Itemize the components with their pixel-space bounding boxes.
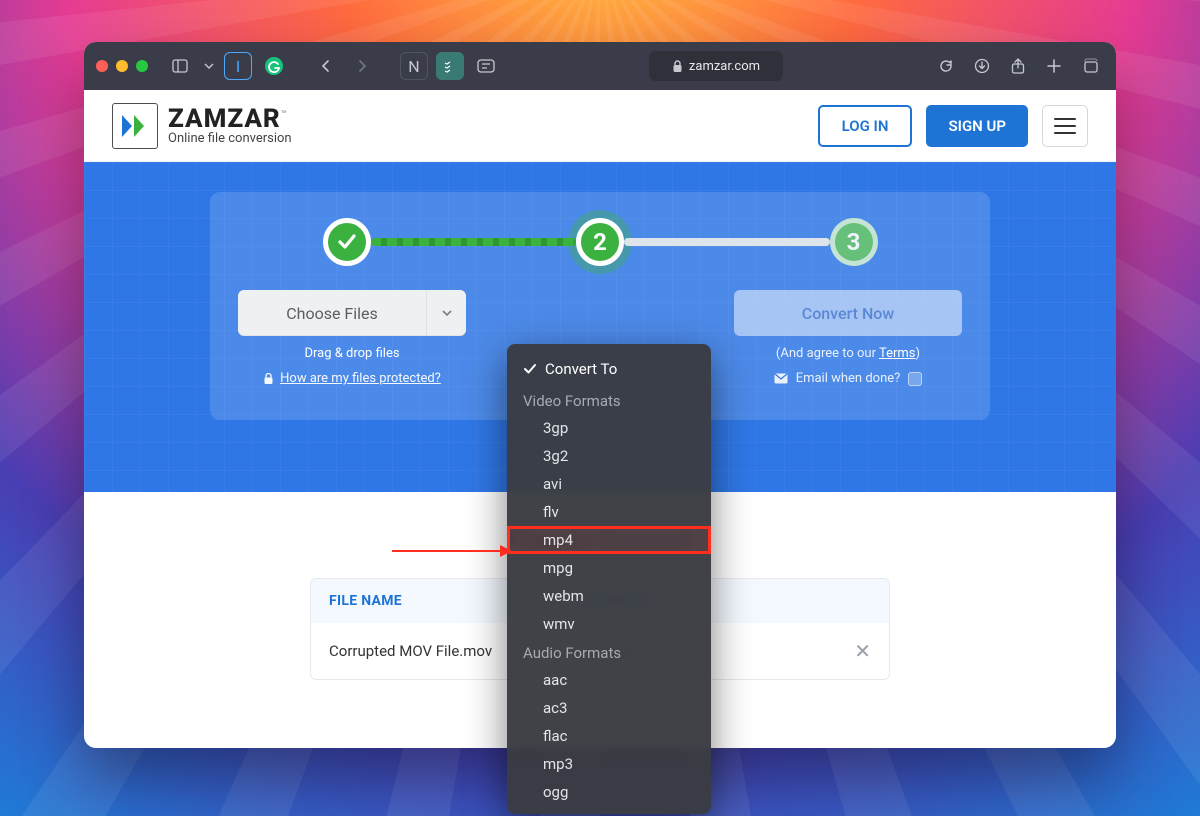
- dropdown-group-video: Video Formats: [507, 386, 711, 414]
- step-indicator: 2 3: [323, 218, 878, 266]
- step-2-active: 2: [576, 218, 624, 266]
- dropdown-group-audio: Audio Formats: [507, 638, 711, 666]
- email-when-done-row[interactable]: Email when done?: [774, 371, 923, 386]
- address-bar[interactable]: zamzar.com: [649, 51, 782, 81]
- forward-button-icon[interactable]: [348, 52, 376, 80]
- format-option-ac3[interactable]: ac3: [507, 694, 711, 722]
- format-option-mpg[interactable]: mpg: [507, 554, 711, 582]
- check-icon: [335, 230, 359, 254]
- format-option-wmv[interactable]: wmv: [507, 610, 711, 638]
- format-option-ogg[interactable]: ogg: [507, 778, 711, 806]
- agree-terms-text: (And agree to our Terms): [776, 346, 920, 361]
- brand-name: ZAMZAR: [168, 104, 281, 134]
- choose-files-label: Choose Files: [238, 290, 426, 336]
- convert-to-dropdown[interactable]: Convert To Video Formats 3gp3g2aviflvmp4…: [507, 344, 711, 814]
- terms-link[interactable]: Terms: [879, 346, 916, 361]
- site-header: ZAMZAR™ Online file conversion LOG IN SI…: [84, 90, 1116, 162]
- choose-files-button[interactable]: Choose Files: [238, 290, 466, 336]
- chevron-down-icon[interactable]: [202, 52, 216, 80]
- traffic-lights: [96, 60, 148, 72]
- annotation-arrow: [392, 550, 510, 552]
- remove-file-icon[interactable]: ✕: [841, 639, 871, 663]
- extension-notion-icon[interactable]: N: [400, 52, 428, 80]
- site-logo[interactable]: ZAMZAR™ Online file conversion: [112, 103, 292, 149]
- email-when-done-checkbox[interactable]: [908, 372, 922, 386]
- format-option-flac[interactable]: flac: [507, 722, 711, 750]
- address-bar-host: zamzar.com: [689, 59, 760, 74]
- back-button-icon[interactable]: [312, 52, 340, 80]
- progress-bar-1: [371, 238, 577, 246]
- close-window-icon[interactable]: [96, 60, 108, 72]
- login-button[interactable]: LOG IN: [818, 105, 913, 147]
- format-option-aac[interactable]: aac: [507, 666, 711, 694]
- format-option-avi[interactable]: avi: [507, 470, 711, 498]
- sidebar-toggle-icon[interactable]: [166, 52, 194, 80]
- reload-icon[interactable]: [932, 52, 960, 80]
- progress-bar-2: [624, 238, 830, 246]
- fullscreen-window-icon[interactable]: [136, 60, 148, 72]
- new-tab-icon[interactable]: [1040, 52, 1068, 80]
- step-1-done: [323, 218, 371, 266]
- files-protected-link[interactable]: How are my files protected?: [263, 371, 441, 386]
- browser-titlebar: I N zamzar.com: [84, 42, 1116, 90]
- convert-now-button[interactable]: Convert Now: [734, 290, 962, 336]
- email-when-done-label: Email when done?: [796, 371, 901, 386]
- format-option-webm[interactable]: webm: [507, 582, 711, 610]
- drag-drop-hint: Drag & drop files: [304, 346, 399, 361]
- minimize-window-icon[interactable]: [116, 60, 128, 72]
- extension-onepassword-icon[interactable]: I: [224, 52, 252, 80]
- dropdown-header: Convert To: [507, 352, 711, 386]
- format-option-mp4[interactable]: mp4: [507, 526, 711, 554]
- format-option-mp3[interactable]: mp3: [507, 750, 711, 778]
- menu-button[interactable]: [1042, 105, 1088, 147]
- format-option-3gp[interactable]: 3gp: [507, 414, 711, 442]
- step-3-column: Convert Now (And agree to our Terms) Ema…: [734, 290, 962, 386]
- format-option-flv[interactable]: flv: [507, 498, 711, 526]
- brand-tagline: Online file conversion: [168, 132, 292, 145]
- tab-overview-icon[interactable]: [1076, 52, 1104, 80]
- privacy-report-icon[interactable]: [472, 52, 500, 80]
- step-3-future: 3: [830, 218, 878, 266]
- choose-files-dropdown-icon[interactable]: [426, 290, 466, 336]
- downloads-icon[interactable]: [968, 52, 996, 80]
- extension-todoist-icon[interactable]: [436, 52, 464, 80]
- lock-icon: [672, 60, 683, 73]
- format-option-3g2[interactable]: 3g2: [507, 442, 711, 470]
- logo-mark-icon: [112, 103, 158, 149]
- lock-icon: [263, 373, 274, 385]
- files-protected-label: How are my files protected?: [280, 371, 441, 386]
- step-1-column: Choose Files Drag & drop files How are m…: [238, 290, 466, 386]
- share-icon[interactable]: [1004, 52, 1032, 80]
- check-icon: [523, 362, 537, 376]
- mail-icon: [774, 373, 788, 384]
- extension-grammarly-icon[interactable]: [260, 52, 288, 80]
- signup-button[interactable]: SIGN UP: [926, 105, 1028, 147]
